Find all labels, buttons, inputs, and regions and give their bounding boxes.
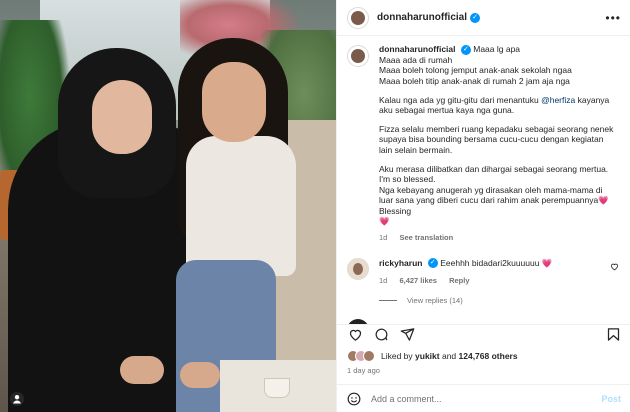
- bookmark-icon[interactable]: [605, 327, 621, 343]
- person-right-top: [186, 136, 296, 276]
- comment-icon[interactable]: [373, 327, 389, 343]
- caption-time: 1d: [379, 233, 388, 243]
- cup: [264, 378, 290, 398]
- comment-body: rickyharun ✓ Eeehhh bidadari2kuuuuuu 💗 1…: [379, 258, 609, 286]
- caption: donnaharunofficial ✓ Maaa lg apa Maaa ad…: [337, 36, 630, 244]
- divider: [379, 299, 397, 301]
- post-username[interactable]: donnaharunofficial: [377, 12, 467, 23]
- add-comment-bar: Post: [337, 384, 630, 412]
- caption-para4-line2: I'm so blessed.: [379, 174, 436, 185]
- avatar: [363, 350, 375, 362]
- avatar[interactable]: [347, 257, 369, 280]
- comment-time: 1d: [379, 275, 388, 285]
- post-comment-button[interactable]: Post: [601, 394, 621, 404]
- person-left-face: [92, 80, 152, 154]
- liker-username[interactable]: yukikt: [415, 351, 440, 361]
- action-bar: [337, 324, 630, 344]
- post-time[interactable]: 1 day ago: [347, 366, 380, 375]
- likes-text: Liked by yukikt and 124,768 others: [381, 351, 518, 361]
- caption-para3: Fizza selalu memberi ruang kepadaku seba…: [379, 123, 614, 155]
- caption-para4-end: Blessing: [379, 205, 412, 216]
- likes-middle: and: [439, 351, 459, 361]
- verified-badge-icon: ✓: [470, 12, 480, 23]
- reply-button[interactable]: Reply: [449, 276, 469, 285]
- caption-para4-line3: Nga kebayang anugerah yg dirasakan oleh …: [379, 184, 603, 206]
- comment-likes[interactable]: 6,427 likes: [399, 276, 437, 285]
- avatar[interactable]: [347, 6, 369, 29]
- person-right-face: [202, 62, 266, 142]
- caption-text: donnaharunofficial ✓ Maaa lg apa Maaa ad…: [379, 44, 619, 244]
- person-tag-icon[interactable]: [10, 392, 24, 406]
- more-horizontal-icon[interactable]: •••: [605, 11, 621, 25]
- pink-heart-icon: 💗: [598, 195, 609, 206]
- caption-para4-line1: Aku merasa dilibatkan dan dihargai sebag…: [379, 163, 609, 174]
- likes-summary: Liked by yukikt and 124,768 others: [347, 350, 518, 362]
- caption-meta: 1d See translation: [379, 233, 619, 244]
- caption-username[interactable]: donnaharunofficial: [379, 44, 456, 54]
- heart-outline-icon[interactable]: [610, 262, 619, 273]
- caption-para2: Kalau nga ada yg gitu-gitu dari menantuk…: [379, 94, 542, 105]
- comment: rickyharun ✓ Eeehhh bidadari2kuuuuuu 💗 1…: [337, 244, 630, 286]
- share-icon[interactable]: [399, 327, 415, 343]
- caption-line: Maaa ada di rumah: [379, 54, 453, 65]
- heart-outline-icon[interactable]: [347, 327, 363, 343]
- view-replies-button[interactable]: View replies (14): [379, 296, 630, 305]
- likes-prefix: Liked by: [381, 351, 416, 361]
- verified-badge-icon: ✓: [427, 258, 438, 269]
- pink-heart-icon: 💗: [541, 257, 553, 268]
- caption-line: Maaa boleh titip anak-anak di rumah 2 ja…: [379, 75, 570, 86]
- comment: [337, 305, 630, 324]
- caption-line: Maaa boleh tolong jemput anak-anak sekol…: [379, 65, 572, 76]
- caption-first-line: Maaa lg apa: [473, 44, 521, 54]
- comments-scroll-area[interactable]: donnaharunofficial ✓ Maaa lg apa Maaa ad…: [337, 36, 630, 324]
- hand: [180, 362, 220, 388]
- see-translation-link[interactable]: See translation: [399, 233, 453, 242]
- post-photo[interactable]: [0, 0, 336, 412]
- emoji-icon[interactable]: [347, 392, 361, 406]
- mention-link[interactable]: @herfiza: [541, 95, 575, 105]
- comment-meta: 1d 6,427 likes Reply: [379, 275, 609, 286]
- comment-text: Eeehhh bidadari2kuuuuuu: [440, 257, 540, 268]
- comment-username[interactable]: rickyharun: [379, 258, 422, 268]
- hand: [120, 356, 164, 384]
- view-replies-label: View replies (14): [407, 295, 463, 305]
- post-header: donnaharunofficial ✓ •••: [337, 0, 630, 36]
- likes-count[interactable]: 124,768 others: [459, 351, 518, 361]
- comment-input[interactable]: [371, 393, 602, 404]
- post-detail-panel: donnaharunofficial ✓ ••• donnaharunoffic…: [336, 0, 630, 412]
- verified-badge-icon: ✓: [460, 44, 471, 55]
- pink-heart-icon: 💗: [379, 216, 390, 227]
- avatar[interactable]: [347, 45, 369, 67]
